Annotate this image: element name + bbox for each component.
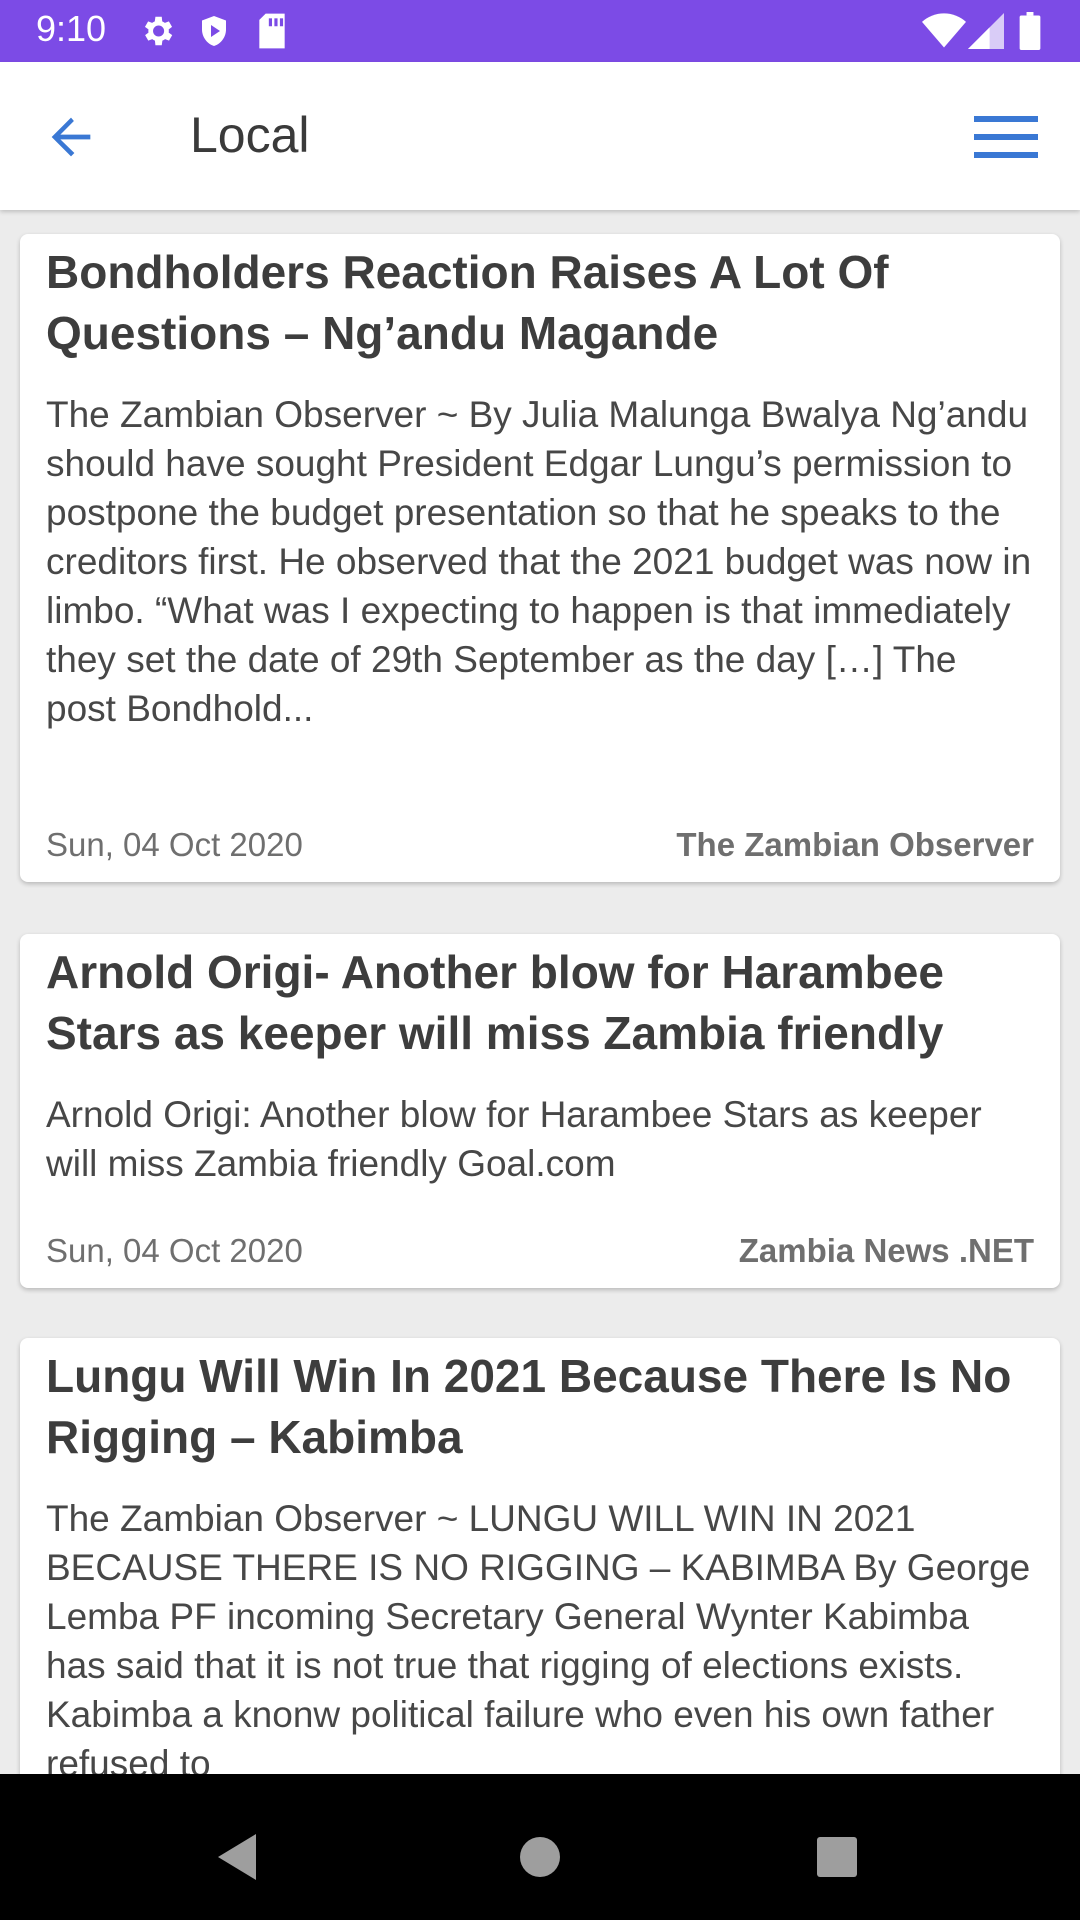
hamburger-menu-icon: [970, 116, 1042, 170]
sd-card-icon: [256, 12, 288, 55]
settings-icon: [138, 12, 176, 55]
article-title: Lungu Will Win In 2021 Because There Is …: [46, 1350, 1012, 1463]
app-bar: Local: [0, 62, 1080, 210]
article-excerpt: The Zambian Observer ~ By Julia Malunga …: [46, 394, 1032, 729]
back-triangle-icon: [204, 1834, 270, 1894]
home-circle-icon: [507, 1837, 573, 1894]
article-source: Zambia News .NET: [738, 1232, 1034, 1269]
nav-recents-button[interactable]: [804, 1824, 870, 1890]
nav-home-button[interactable]: [507, 1824, 573, 1890]
system-nav-bar: [0, 1794, 1080, 1920]
feed-bottom-edge: [0, 1774, 1080, 1794]
article-meta: Sun, 04 Oct 2020 Zambia News .NET: [46, 1232, 1034, 1270]
article-meta: Sun, 04 Oct 2020 The Zambian Observer: [46, 826, 1034, 864]
article-card[interactable]: Arnold Origi- Another blow for Harambee …: [20, 934, 1060, 1288]
article-excerpt: Arnold Origi: Another blow for Harambee …: [46, 1094, 982, 1184]
shield-icon: [196, 12, 232, 55]
article-title: Bondholders Reaction Raises A Lot Of Que…: [46, 246, 889, 359]
wifi-icon: [922, 12, 966, 55]
article-excerpt: The Zambian Observer ~ LUNGU WILL WIN IN…: [46, 1498, 1031, 1774]
article-card[interactable]: Bondholders Reaction Raises A Lot Of Que…: [20, 234, 1060, 882]
article-source: The Zambian Observer: [676, 826, 1034, 863]
status-time: 9:10: [36, 8, 107, 49]
arrow-back-icon: [40, 117, 102, 170]
signal-icon: [968, 12, 1004, 55]
menu-button[interactable]: [970, 108, 1042, 166]
status-bar: 9:10: [0, 0, 1080, 62]
back-button[interactable]: [40, 108, 102, 166]
article-title: Arnold Origi- Another blow for Harambee …: [46, 946, 944, 1059]
article-date: Sun, 04 Oct 2020: [46, 826, 303, 863]
article-date: Sun, 04 Oct 2020: [46, 1232, 303, 1269]
article-card[interactable]: Lungu Will Win In 2021 Because There Is …: [20, 1338, 1060, 1774]
recents-square-icon: [804, 1837, 870, 1894]
nav-back-button[interactable]: [204, 1824, 270, 1890]
page-title: Local: [190, 107, 310, 163]
battery-icon: [1018, 12, 1042, 55]
article-feed[interactable]: Bondholders Reaction Raises A Lot Of Que…: [0, 210, 1080, 1774]
